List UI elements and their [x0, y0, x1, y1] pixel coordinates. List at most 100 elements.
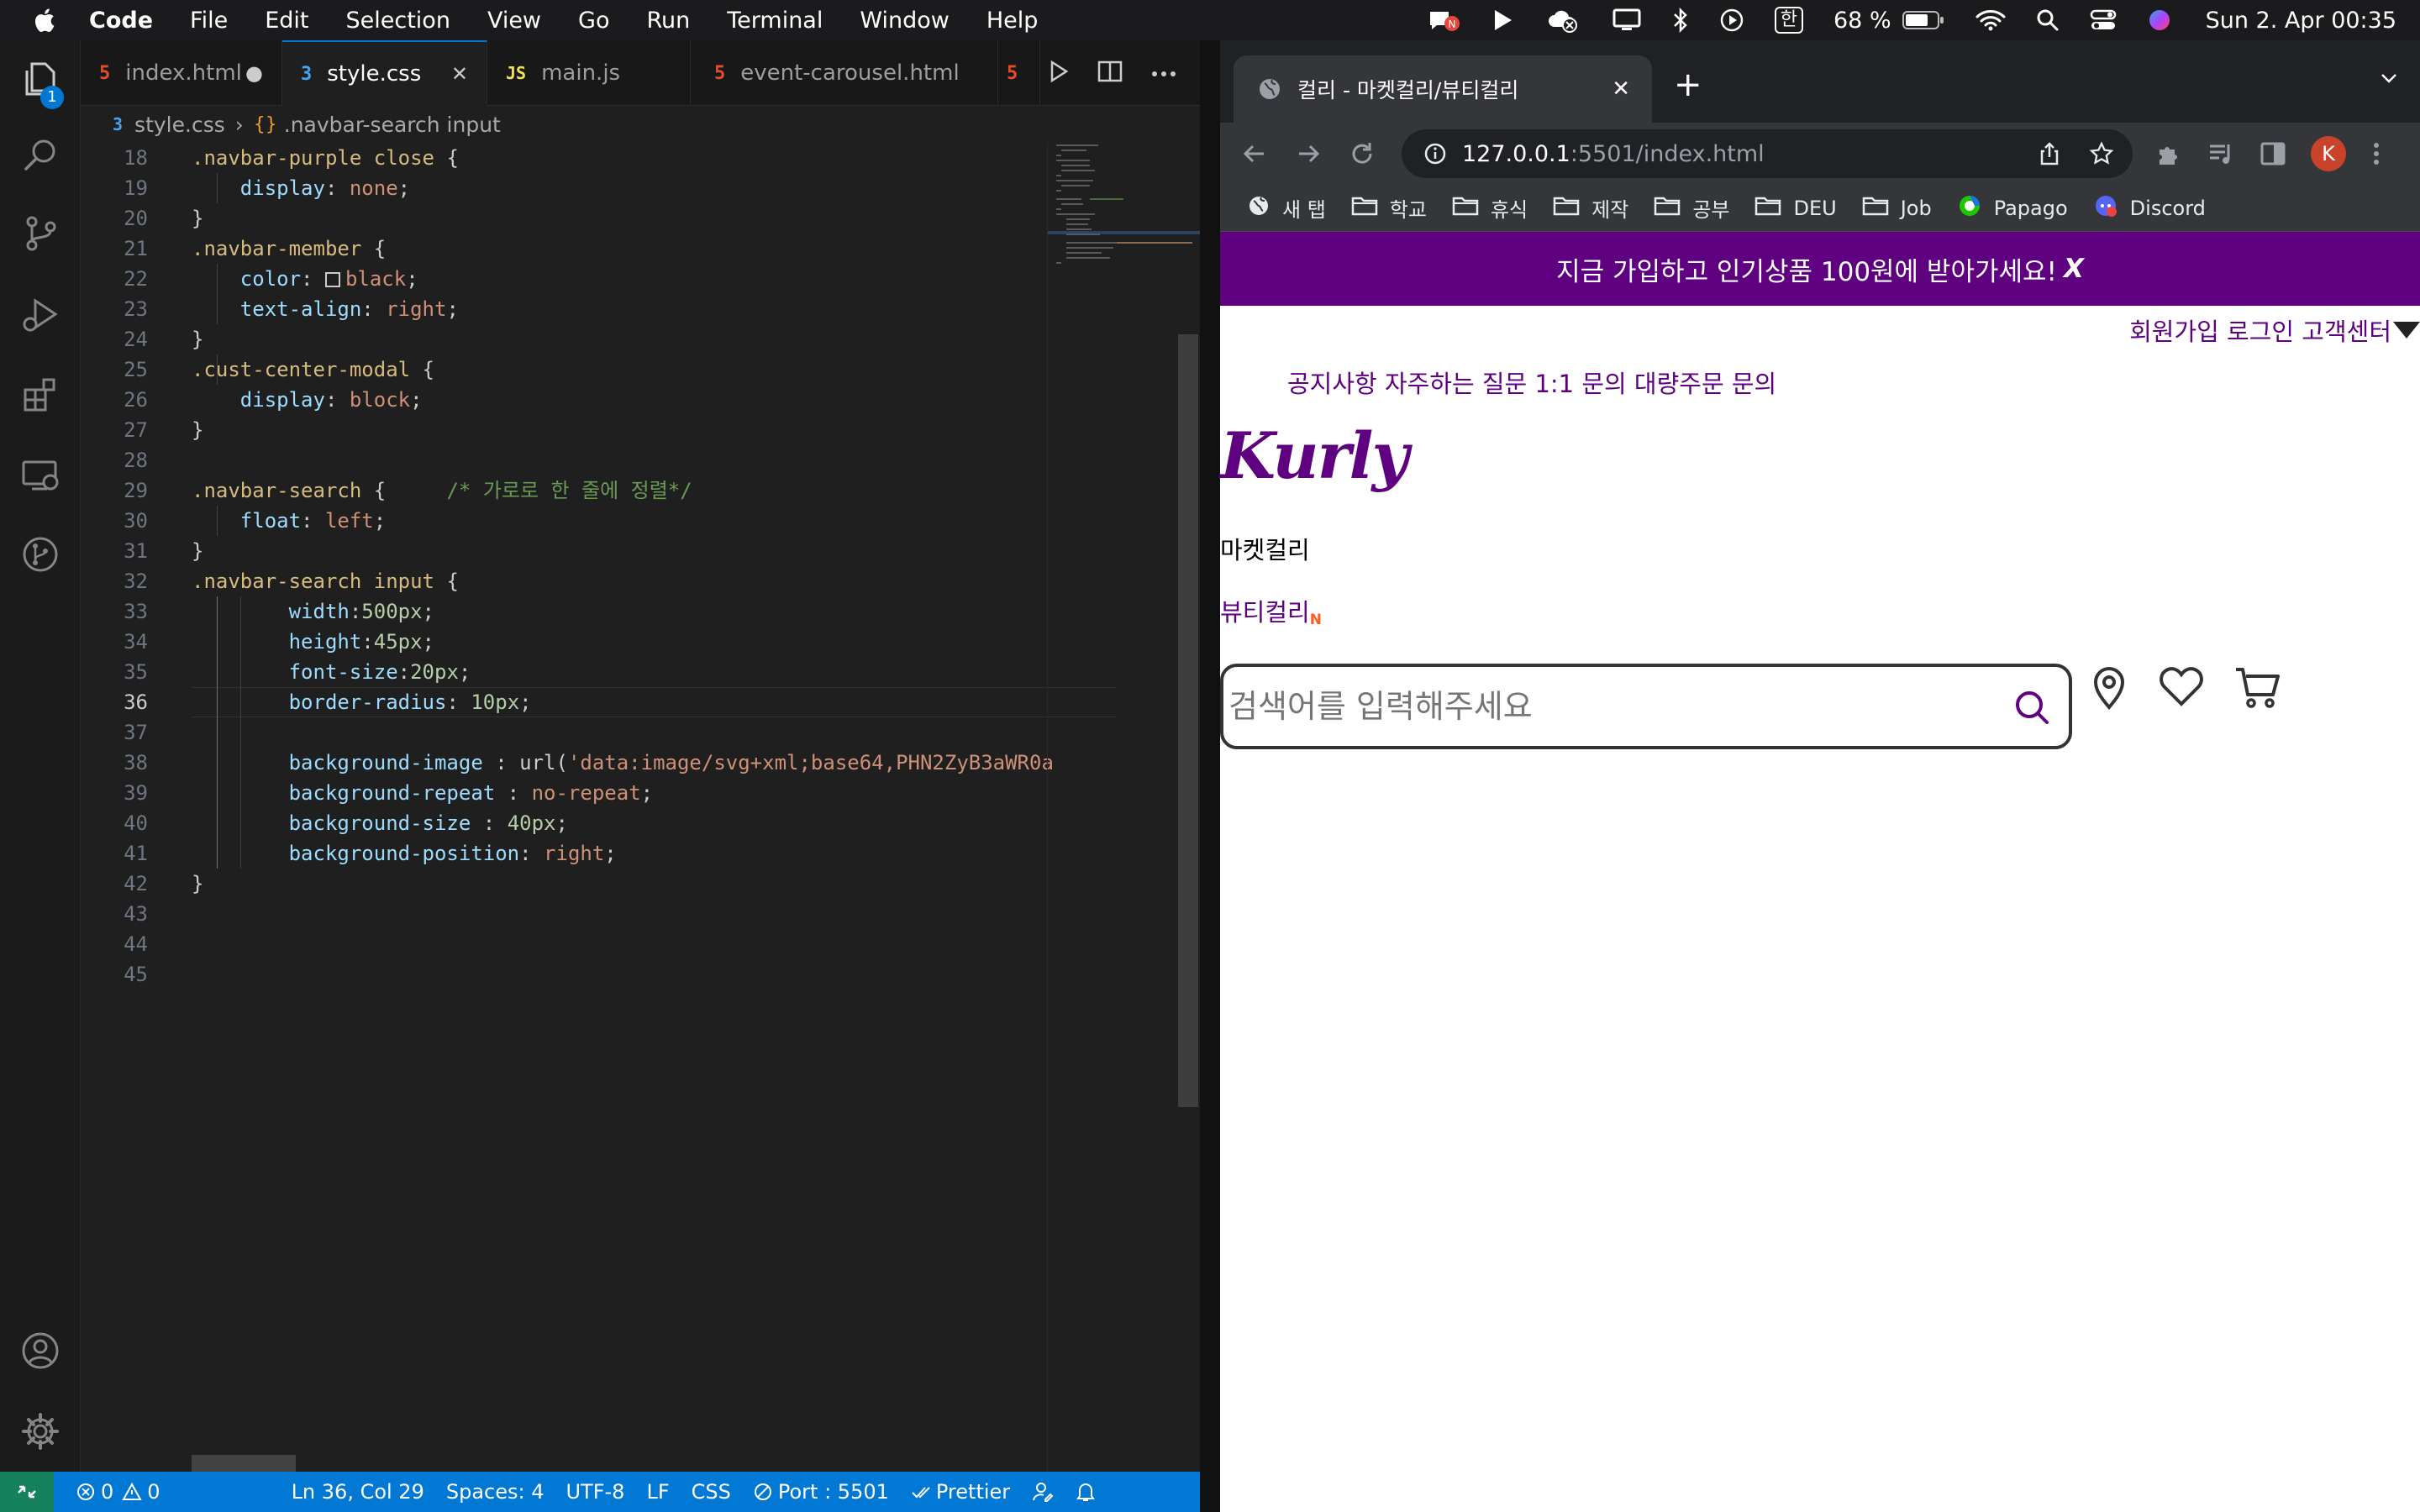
problems-indicator[interactable]: 0 0	[76, 1480, 160, 1504]
breadcrumb-symbol[interactable]: .navbar-search input	[284, 113, 501, 137]
code-line[interactable]: 31}	[81, 536, 1047, 566]
split-editor-icon[interactable]	[1097, 60, 1123, 87]
bookmark-star-icon[interactable]	[2089, 141, 2114, 172]
menu-app-name[interactable]: Code	[89, 8, 153, 34]
input-method-indicator[interactable]: 한	[1774, 7, 1803, 34]
tab-style-css[interactable]: 3 style.css ✕	[282, 40, 487, 106]
member-links[interactable]: 회원가입 로그인 고객센터	[2129, 312, 2391, 348]
code-line[interactable]: 22 color: black;	[81, 264, 1047, 294]
media-controls-icon[interactable]	[2207, 139, 2235, 171]
accounts-feedback-icon[interactable]	[1032, 1481, 1054, 1503]
bookmark-item[interactable]: 휴식	[1452, 193, 1528, 223]
location-pin-icon[interactable]	[2089, 665, 2129, 716]
menu-edit[interactable]: Edit	[265, 8, 308, 34]
bookmark-item[interactable]: 제작	[1553, 193, 1628, 223]
code-line[interactable]: 41 background-position: right;	[81, 838, 1047, 869]
code-line[interactable]: 26 display: block;	[81, 385, 1047, 415]
new-tab-plus-icon[interactable]: +	[1674, 66, 1702, 104]
tab-event-carousel-html[interactable]: 5 event-carousel.html	[691, 40, 998, 106]
apple-logo-icon[interactable]	[32, 7, 55, 34]
code-line[interactable]: 40 background-size : 40px;	[81, 808, 1047, 838]
control-center-icon[interactable]	[2090, 8, 2117, 32]
kurly-logo[interactable]: Kurly	[1220, 418, 1409, 493]
more-actions-icon[interactable]	[1151, 66, 1176, 81]
display-icon[interactable]	[1612, 8, 1642, 33]
code-line[interactable]: 30 float: left;	[81, 506, 1047, 536]
menubar-clock[interactable]: Sun 2. Apr 00:35	[2206, 8, 2396, 34]
close-tab-icon[interactable]: ✕	[1612, 76, 1630, 102]
code-line[interactable]: 37	[81, 717, 1047, 748]
side-panel-icon[interactable]	[2259, 139, 2287, 171]
bookmark-item[interactable]: Papago	[1957, 193, 2068, 223]
remote-explorer-icon[interactable]	[20, 455, 60, 496]
code-line[interactable]: 44	[81, 929, 1047, 959]
code-editor[interactable]: 18 .navbar-purple close {19 display: none…	[81, 143, 1116, 1472]
code-line[interactable]: 42}	[81, 869, 1047, 899]
tab-index-html[interactable]: 5 index.html ●	[81, 40, 282, 106]
code-line[interactable]: 23 text-align: right;	[81, 294, 1047, 324]
menu-help[interactable]: Help	[986, 8, 1039, 34]
code-line[interactable]: 24}	[81, 324, 1047, 354]
code-line[interactable]: 36 border-radius: 10px;	[81, 687, 1047, 717]
cart-icon[interactable]	[2233, 665, 2282, 716]
close-tab-icon[interactable]: ✕	[451, 62, 468, 86]
code-line[interactable]: 35 font-size:20px;	[81, 657, 1047, 687]
notification-app-icon[interactable]: N	[1427, 7, 1460, 34]
menu-terminal[interactable]: Terminal	[727, 8, 823, 34]
code-line[interactable]: 28	[81, 445, 1047, 475]
media-play-icon[interactable]	[1719, 8, 1744, 33]
bookmark-item[interactable]: 학교	[1351, 193, 1427, 223]
accounts-icon[interactable]	[20, 1331, 60, 1371]
code-line[interactable]: 43	[81, 899, 1047, 929]
settings-gear-icon[interactable]	[20, 1411, 60, 1452]
market-kurly-link[interactable]: 마켓컬리	[1220, 531, 1310, 566]
dropdown-triangle-icon[interactable]	[2393, 322, 2420, 339]
code-line[interactable]: 19 display: none;	[81, 173, 1047, 203]
eol-setting[interactable]: LF	[646, 1480, 669, 1504]
menu-file[interactable]: File	[190, 8, 228, 34]
bluetooth-icon[interactable]	[1672, 8, 1689, 33]
extensions-puzzle-icon[interactable]	[2154, 139, 2183, 171]
address-bar[interactable]: 127.0.0.1:5501/index.html	[1402, 129, 2133, 178]
menu-window[interactable]: Window	[860, 8, 949, 34]
code-line[interactable]: 38 background-image : url('data:image/sv…	[81, 748, 1054, 778]
code-line[interactable]: 39 background-repeat : no-repeat;	[81, 778, 1047, 808]
breadcrumb-file[interactable]: style.css	[134, 113, 225, 137]
code-line[interactable]: 34 height:45px;	[81, 627, 1047, 657]
search-icon[interactable]	[20, 134, 60, 175]
code-line[interactable]: 33 width:500px;	[81, 596, 1047, 627]
bookmark-item[interactable]: 공부	[1654, 193, 1729, 223]
code-line[interactable]: 27}	[81, 415, 1047, 445]
search-input[interactable]	[1228, 679, 1985, 734]
bookmark-item[interactable]: 새 탭	[1247, 193, 1326, 223]
menu-view[interactable]: View	[487, 8, 541, 34]
bookmark-item[interactable]: Job	[1862, 195, 1932, 222]
chrome-menu-icon[interactable]	[2371, 139, 2381, 171]
language-mode[interactable]: CSS	[692, 1480, 731, 1504]
run-file-icon[interactable]	[1049, 60, 1069, 87]
code-line[interactable]: 21 .navbar-member {	[81, 234, 1047, 264]
spotlight-search-icon[interactable]	[2036, 8, 2060, 32]
forward-arrow-icon[interactable]	[1294, 139, 1323, 171]
battery-icon[interactable]	[1902, 9, 1945, 31]
extensions-icon[interactable]	[20, 375, 60, 415]
run-debug-icon[interactable]	[20, 294, 60, 334]
editor-scrollbar-thumb[interactable]	[1178, 334, 1198, 1107]
wifi-icon[interactable]	[1975, 8, 2006, 32]
play-store-icon[interactable]	[1491, 8, 1516, 33]
cust-center-links[interactable]: 공지사항 자주하는 질문 1:1 문의 대량주문 문의	[1287, 365, 1776, 400]
cloud-sync-icon[interactable]	[1546, 7, 1581, 34]
bookmark-item[interactable]: DEU	[1754, 195, 1837, 222]
search-icon[interactable]	[2012, 687, 2052, 731]
code-line[interactable]: 32 .navbar-search input {	[81, 566, 1047, 596]
back-arrow-icon[interactable]	[1240, 139, 1269, 171]
git-graph-icon[interactable]	[20, 534, 60, 575]
source-control-icon[interactable]	[20, 213, 60, 254]
tab-search-chevron-icon[interactable]	[2378, 67, 2400, 92]
share-icon[interactable]	[2037, 141, 2062, 172]
cursor-position[interactable]: Ln 36, Col 29	[292, 1480, 424, 1504]
code-line[interactable]: 20}	[81, 203, 1047, 234]
profile-avatar[interactable]: K	[2311, 136, 2346, 171]
menu-run[interactable]: Run	[646, 8, 690, 34]
beauty-kurly-link[interactable]: 뷰티컬리N	[1220, 593, 1322, 628]
